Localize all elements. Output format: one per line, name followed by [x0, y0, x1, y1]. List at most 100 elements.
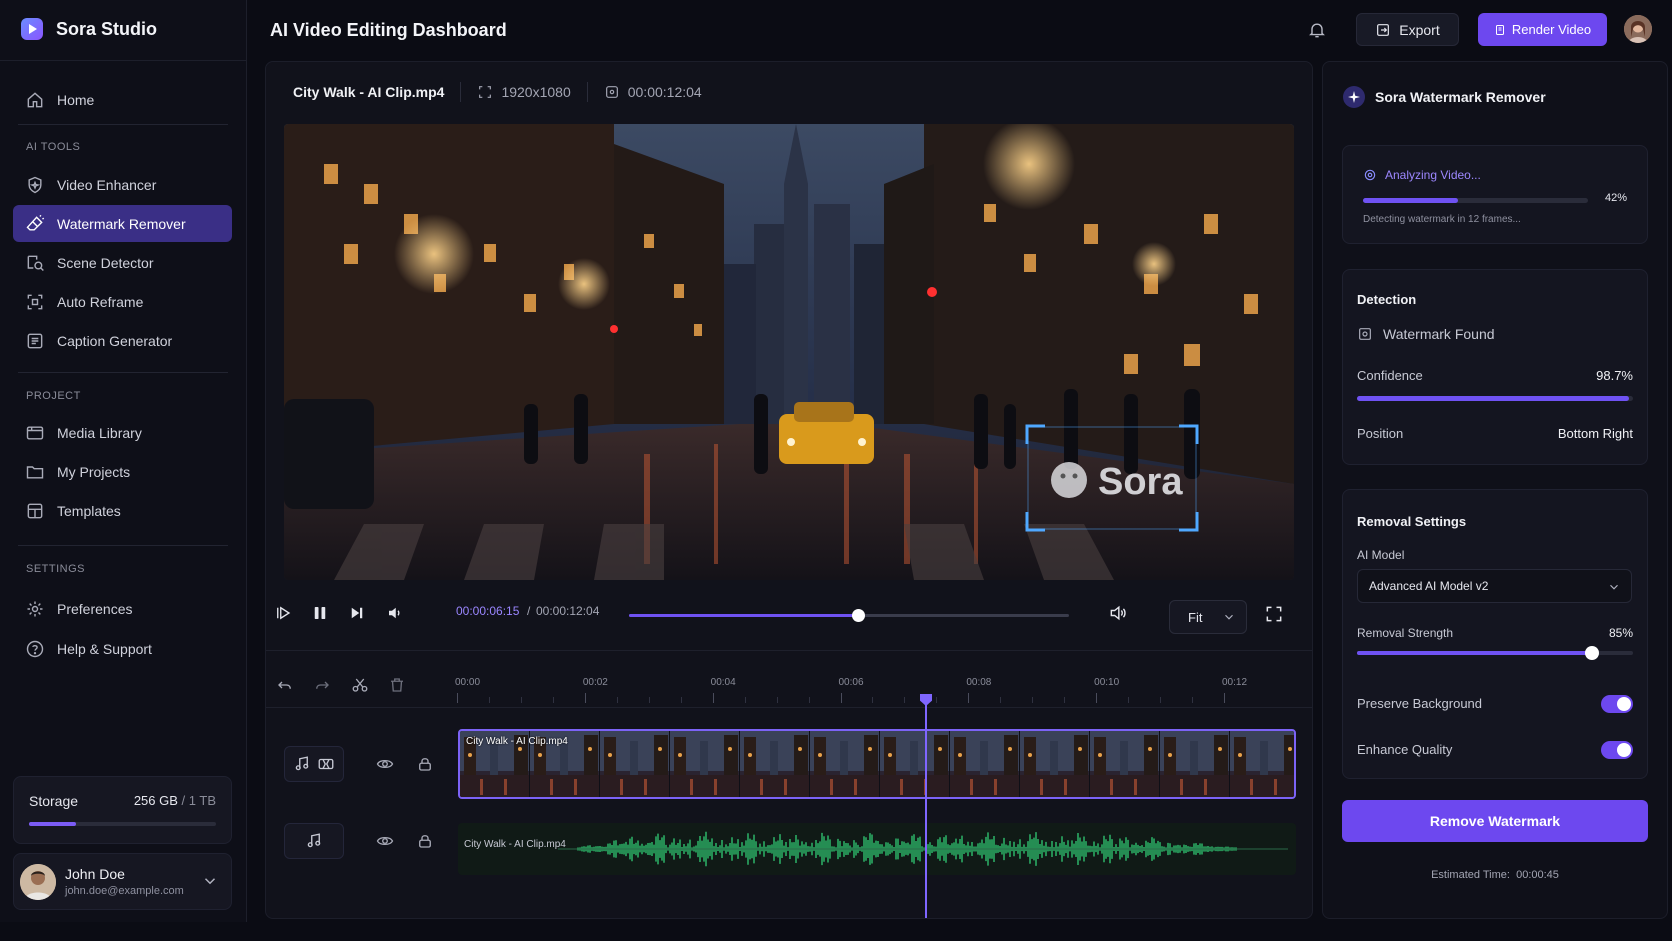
- video-clip-label: City Walk - AI Clip.mp4: [466, 736, 568, 747]
- export-label: Export: [1399, 21, 1440, 38]
- confidence-value: 98.7%: [1596, 368, 1633, 383]
- folder-icon: [25, 462, 45, 482]
- redo-icon[interactable]: [313, 676, 331, 694]
- speaker-icon[interactable]: [1108, 603, 1128, 623]
- removal-strength-slider[interactable]: [1357, 646, 1633, 660]
- ruler-minor-tick: [680, 697, 682, 703]
- total-time: 00:00:12:04: [536, 604, 600, 618]
- enhance-label: Enhance Quality: [1357, 742, 1453, 757]
- ruler-tick: [457, 693, 458, 703]
- timeline-divider: [266, 650, 1312, 651]
- sidebar-item-label: Templates: [57, 502, 121, 519]
- watermark-remover-panel: Sora Watermark Remover Analyzing Video..…: [1322, 61, 1668, 919]
- chevron-down-icon[interactable]: [201, 872, 219, 890]
- undo-icon[interactable]: [276, 676, 294, 694]
- audio-clip[interactable]: City Walk - AI Clip.mp4: [458, 823, 1296, 875]
- sidebar-item-auto-reframe[interactable]: Auto Reframe: [13, 283, 232, 320]
- video-track-header[interactable]: [284, 746, 344, 782]
- sidebar-item-caption-generator[interactable]: Caption Generator: [13, 322, 232, 359]
- trash-icon[interactable]: [388, 676, 406, 694]
- preserve-background-toggle[interactable]: [1601, 695, 1633, 713]
- volume-icon[interactable]: [386, 604, 404, 622]
- sidebar-item-label: Preferences: [57, 600, 133, 617]
- skip-forward-icon[interactable]: [348, 604, 366, 622]
- sidebar-item-templates[interactable]: Templates: [13, 492, 232, 529]
- video-clip[interactable]: City Walk - AI Clip.mp4: [458, 729, 1296, 799]
- eye-icon[interactable]: [376, 755, 394, 773]
- enhance-quality-toggle[interactable]: [1601, 741, 1633, 759]
- ruler-minor-tick: [904, 697, 906, 703]
- analysis-card: Analyzing Video... 42% Detecting waterma…: [1342, 145, 1648, 244]
- enhance-row: Enhance Quality: [1357, 742, 1633, 757]
- audio-track-header[interactable]: [284, 823, 344, 859]
- user-profile[interactable]: John Doe john.doe@example.com: [13, 853, 232, 910]
- storage-used: 256 GB: [133, 793, 178, 808]
- seek-handle[interactable]: [851, 609, 865, 622]
- current-time: 00:00:06:15: [456, 604, 520, 618]
- analysis-progress-bar: [1363, 198, 1588, 203]
- scan-icon: [1363, 168, 1377, 182]
- app-name: Sora Studio: [56, 18, 158, 39]
- timeline-playhead[interactable]: [920, 694, 932, 918]
- sidebar-item-media-library[interactable]: Media Library: [13, 414, 232, 451]
- sidebar-item-preferences[interactable]: Preferences: [13, 590, 232, 627]
- sidebar: Sora Studio Home AI TOOLS Video Enhancer…: [0, 0, 247, 922]
- bell-icon[interactable]: [1307, 20, 1327, 40]
- ruler-minor-tick: [776, 697, 778, 703]
- seek-bar[interactable]: [629, 609, 1069, 622]
- sidebar-item-scene-detector[interactable]: Scene Detector: [13, 244, 232, 281]
- eye-icon[interactable]: [376, 832, 394, 850]
- render-video-button[interactable]: Render Video: [1478, 13, 1607, 46]
- video-preview[interactable]: Sora: [284, 124, 1294, 580]
- help-icon: [25, 639, 45, 659]
- ruler-minor-tick: [936, 697, 938, 703]
- sidebar-item-my-projects[interactable]: My Projects: [13, 453, 232, 490]
- storage-total: / 1 TB: [181, 793, 216, 808]
- ai-model-select[interactable]: Advanced AI Model v2: [1357, 569, 1632, 603]
- detection-title: Detection: [1357, 292, 1417, 307]
- video-thumbnails: [460, 731, 1294, 797]
- pause-icon[interactable]: [311, 604, 329, 622]
- ruler-label: 00:06: [838, 677, 864, 688]
- sidebar-item-watermark-remover[interactable]: Watermark Remover: [13, 205, 232, 242]
- position-label: Position: [1357, 426, 1404, 441]
- sparkle-icon: [1343, 86, 1365, 108]
- analysis-percent: 42%: [1604, 192, 1627, 204]
- ruler-minor-tick: [744, 697, 746, 703]
- divider: [586, 82, 588, 102]
- sidebar-item-home[interactable]: Home: [13, 81, 232, 118]
- timeline-ruler[interactable]: 00:00 00:02 00:04 00:06 00:08 00:10 00:12: [455, 677, 1287, 707]
- file-info-bar: City Walk - AI Clip.mp4 1920x1080 00:00:…: [266, 62, 1312, 122]
- ruler-minor-tick: [808, 697, 810, 703]
- render-icon: [1494, 24, 1506, 36]
- storage-label: Storage: [29, 793, 79, 809]
- ruler-label: 00:10: [1094, 677, 1120, 688]
- ruler-baseline: [266, 707, 1312, 708]
- section-label-ai-tools: AI TOOLS: [26, 141, 81, 153]
- remove-watermark-button[interactable]: Remove Watermark: [1342, 800, 1648, 842]
- confidence-bar-fill: [1357, 396, 1630, 401]
- play-icon[interactable]: [274, 604, 292, 622]
- scene-search-icon: [25, 253, 45, 273]
- sidebar-item-video-enhancer[interactable]: Video Enhancer: [13, 166, 232, 203]
- sidebar-item-help-support[interactable]: Help & Support: [13, 630, 232, 667]
- lock-icon[interactable]: [416, 755, 434, 773]
- lock-icon[interactable]: [416, 832, 434, 850]
- fullscreen-icon[interactable]: [1264, 604, 1284, 624]
- strength-slider-handle[interactable]: [1584, 646, 1599, 660]
- scissors-icon[interactable]: [351, 676, 369, 694]
- zoom-fit-select[interactable]: Fit: [1169, 600, 1247, 634]
- ruler-minor-tick: [872, 697, 874, 703]
- export-button[interactable]: Export: [1356, 13, 1459, 46]
- sidebar-separator: [18, 545, 228, 546]
- strength-slider-fill: [1357, 651, 1592, 655]
- ruler-label: 00:04: [710, 677, 736, 688]
- music-note-icon: [293, 755, 311, 773]
- analysis-note: Detecting watermark in 12 frames...: [1363, 214, 1521, 225]
- ruler-label: 00:02: [582, 677, 608, 688]
- shield-star-icon: [25, 175, 45, 195]
- brand[interactable]: Sora Studio: [20, 17, 157, 41]
- fit-label: Fit: [1188, 609, 1203, 625]
- caption-icon: [25, 331, 45, 351]
- account-avatar[interactable]: [1624, 15, 1652, 43]
